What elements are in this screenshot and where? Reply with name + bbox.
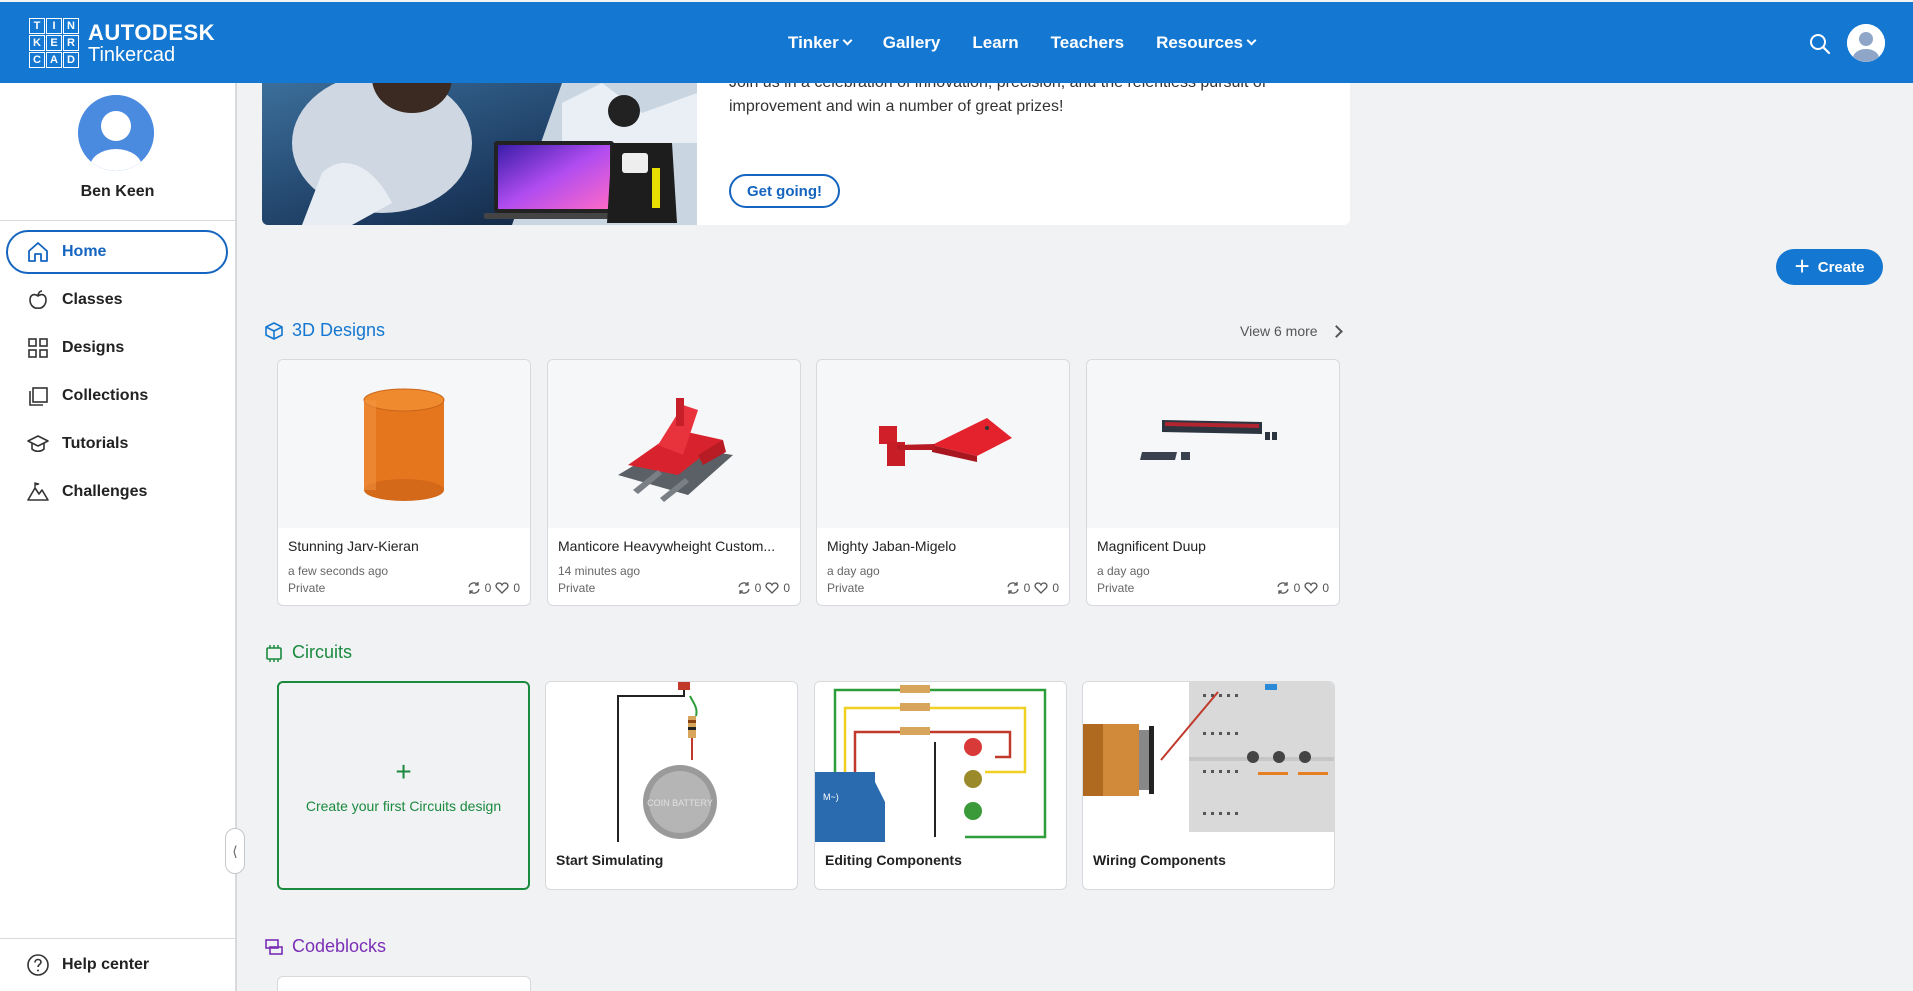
- tinkercad-logo[interactable]: TIN KER CAD AUTODESK Tinkercad: [29, 18, 215, 68]
- banner-image: [262, 83, 697, 225]
- divider: [0, 220, 235, 221]
- chevron-left-icon: ⟨: [232, 842, 238, 859]
- svg-text:COIN BATTERY: COIN BATTERY: [647, 798, 713, 808]
- create-first-circuit-button[interactable]: + Create your first Circuits design: [277, 681, 530, 890]
- circuit-thumbnail: COIN BATTERY: [546, 682, 797, 842]
- plus-icon: +: [395, 755, 412, 787]
- user-avatar[interactable]: [1847, 24, 1885, 62]
- logo-letter: E: [46, 35, 62, 51]
- apple-icon: [29, 290, 47, 309]
- design-stats: 0 0: [467, 581, 520, 595]
- graduation-cap-icon: [27, 435, 49, 453]
- sidebar-item-designs[interactable]: Designs: [6, 326, 228, 370]
- collections-icon: [29, 387, 48, 406]
- svg-text:M~): M~): [823, 792, 839, 802]
- heart-icon: [1304, 582, 1318, 594]
- top-bar: TIN KER CAD AUTODESK Tinkercad Tinker Ga…: [0, 0, 1913, 83]
- nav-learn[interactable]: Learn: [972, 33, 1018, 53]
- home-icon: [28, 242, 48, 262]
- logo-letter: N: [63, 18, 79, 34]
- grid-icon: [28, 338, 48, 358]
- logo-letter: C: [29, 52, 45, 68]
- chevron-down-icon: [1246, 35, 1257, 46]
- promo-banner: Join us in a celebration of innovation, …: [262, 83, 1350, 225]
- design-thumbnail: [1087, 360, 1339, 528]
- section-circuits[interactable]: Circuits: [264, 642, 352, 663]
- section-codeblocks[interactable]: Codeblocks: [264, 936, 386, 957]
- chevron-right-icon: [1329, 324, 1343, 338]
- codeblocks-icon: [265, 938, 283, 955]
- design-thumbnail: [817, 360, 1069, 528]
- circuit-thumbnail: [1083, 682, 1334, 842]
- nav-gallery[interactable]: Gallery: [883, 33, 941, 53]
- design-stats: 0 0: [1276, 581, 1329, 595]
- nav-resources[interactable]: Resources: [1156, 33, 1257, 53]
- nav-tinker[interactable]: Tinker: [788, 33, 853, 53]
- design-card[interactable]: Manticore Heavywheight Custom... 14 minu…: [547, 359, 801, 606]
- logo-letter: K: [29, 35, 45, 51]
- design-card[interactable]: Stunning Jarv-Kieran a few seconds ago P…: [277, 359, 531, 606]
- chevron-down-icon: [842, 35, 853, 46]
- remix-icon: [1276, 582, 1289, 594]
- codeblocks-card[interactable]: [277, 976, 531, 991]
- remix-icon: [737, 582, 750, 594]
- logo-grid: TIN KER CAD: [29, 18, 79, 68]
- heart-icon: [495, 582, 509, 594]
- sidebar-item-collections[interactable]: Collections: [6, 374, 228, 418]
- design-stats: 0 0: [737, 581, 790, 595]
- mountain-icon: [27, 482, 49, 501]
- heart-icon: [1034, 582, 1048, 594]
- sidebar-item-classes[interactable]: Classes: [6, 278, 228, 322]
- help-center-link[interactable]: Help center: [0, 938, 235, 991]
- plus-icon: +: [1794, 250, 1810, 281]
- sidebar-item-challenges[interactable]: Challenges: [6, 470, 228, 514]
- section-3d-designs[interactable]: 3D Designs: [264, 320, 385, 341]
- view-more-designs-link[interactable]: View 6 more: [1240, 323, 1343, 339]
- help-icon: [27, 954, 49, 976]
- remix-icon: [1006, 582, 1019, 594]
- get-going-button[interactable]: Get going!: [729, 174, 840, 208]
- profile-name: Ben Keen: [80, 183, 155, 200]
- logo-letter: R: [63, 35, 79, 51]
- brand-name: AUTODESK: [88, 19, 216, 45]
- design-card[interactable]: Mighty Jaban-Migelo a day ago Private 0 …: [816, 359, 1070, 606]
- banner-text: Join us in a celebration of innovation, …: [729, 83, 1266, 115]
- circuit-tutorial-card[interactable]: M~) Editing Components: [814, 681, 1067, 890]
- design-thumbnail: [548, 360, 800, 528]
- heart-icon: [765, 582, 779, 594]
- logo-letter: A: [46, 52, 62, 68]
- sidebar-item-home[interactable]: Home: [6, 230, 228, 274]
- logo-letter: I: [46, 18, 62, 34]
- circuit-tutorial-card[interactable]: COIN BATTERY Start Simulating: [545, 681, 798, 890]
- circuit-thumbnail: M~): [815, 682, 1066, 842]
- circuit-tutorial-card[interactable]: Wiring Components: [1082, 681, 1335, 890]
- logo-letter: D: [63, 52, 79, 68]
- logo-letter: T: [29, 18, 45, 34]
- sidebar-item-tutorials[interactable]: Tutorials: [6, 422, 228, 466]
- sidebar-collapse-handle[interactable]: ⟨: [225, 828, 245, 874]
- search-icon[interactable]: [1809, 33, 1831, 55]
- design-thumbnail: [278, 360, 530, 528]
- sidebar: Ben Keen Home Classes Designs Collection…: [0, 83, 237, 991]
- main-nav: Tinker Gallery Learn Teachers Resources: [788, 2, 1257, 83]
- create-button[interactable]: + Create: [1776, 249, 1883, 285]
- sidebar-nav: Home Classes Designs Collections Tutoria…: [6, 230, 228, 518]
- circuit-chip-icon: [266, 644, 282, 662]
- design-stats: 0 0: [1006, 581, 1059, 595]
- product-name: Tinkercad: [88, 43, 176, 66]
- design-card[interactable]: Magnificent Duup a day ago Private 0 0: [1086, 359, 1340, 606]
- remix-icon: [467, 582, 480, 594]
- cube-icon: [265, 321, 283, 340]
- profile-avatar[interactable]: [78, 95, 154, 171]
- nav-teachers[interactable]: Teachers: [1051, 33, 1124, 53]
